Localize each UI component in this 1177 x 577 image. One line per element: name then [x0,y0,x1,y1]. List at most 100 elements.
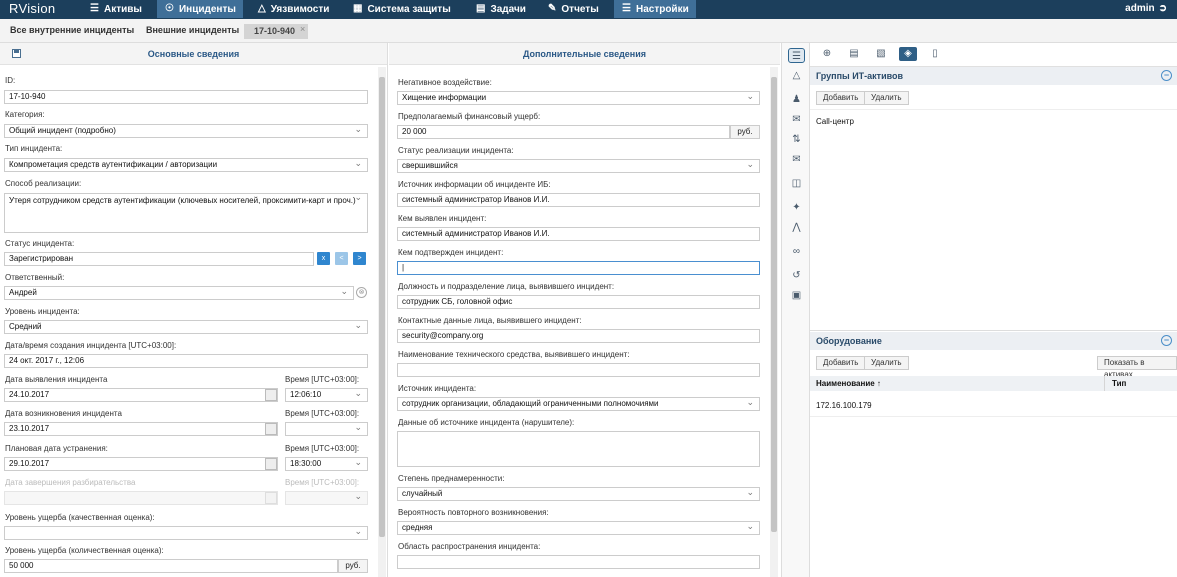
tech-field[interactable] [397,363,760,377]
occurred-time-select[interactable] [285,422,368,436]
type-select[interactable]: Компрометация средств аутентификации / а… [4,158,368,172]
method-select[interactable]: Утеря сотрудником средств аутентификации… [4,193,368,233]
detected-date-field[interactable]: 24.10.2017 [4,388,278,402]
damage-quality-select[interactable] [4,526,368,540]
src-info-field[interactable]: системный администратор Иванов И.И. [397,193,760,207]
document-icon[interactable]: ▤ [845,47,863,61]
side-toolbar: ☰ △ ♟ ✉ ⇅ ✉ ◫ ✦ ⋀ ∞ ↺ ▣ [781,43,810,577]
crosshair-icon[interactable]: ⊕ [818,47,836,61]
main-info-panel: Основные сведения ID: 17-10-940 Категори… [0,43,388,577]
planned-date-label: Плановая дата устранения: [5,444,108,453]
category-select[interactable]: Общий инцидент (подробно) [4,124,368,138]
show-in-assets-button[interactable]: Показать в активах [1097,356,1177,379]
status-label: Статус инцидента: [5,239,75,248]
contact-field[interactable]: security@company.org [397,329,760,343]
id-field[interactable]: 17-10-940 [4,90,368,104]
status-prev-button[interactable]: < [335,252,348,265]
history-icon[interactable]: ↺ [788,268,805,283]
book-icon[interactable]: ▧ [872,47,890,61]
assets-panel: ⊕ ▤ ▧ ◈ ▯ Группы ИТ-активов − Добавить Уд… [810,43,1177,577]
warning-icon[interactable]: △ [788,68,805,83]
add-equipment-button[interactable]: Добавить [816,356,866,370]
scrollbar-thumb[interactable] [771,77,777,532]
repeat-select[interactable]: средняя [397,521,760,535]
planned-date-field[interactable]: 29.10.2017 [4,457,278,471]
mail-icon[interactable]: ✉ [788,152,805,167]
link-icon[interactable]: ∞ [788,244,805,259]
user-menu[interactable]: admin ➲ [1125,3,1167,14]
calendar-icon[interactable] [265,423,277,435]
tab-internal-incidents[interactable]: Все внутренние инциденты [10,25,134,35]
confirmed-field[interactable]: | [397,261,760,275]
database-icon[interactable]: ☰ [788,48,805,63]
nav-reports[interactable]: ✎ Отчеты [540,0,607,18]
warning-icon: △ [258,3,266,14]
src-info-label: Источник информации об инциденте ИБ: [398,180,551,189]
calendar-icon[interactable] [265,458,277,470]
mid-scrollbar[interactable] [770,67,778,577]
nav-tasks[interactable]: ▤ Задачи [468,0,534,18]
occurred-date-field[interactable]: 23.10.2017 [4,422,278,436]
damage-amount-field[interactable]: 50 000 [4,559,338,573]
remove-group-button[interactable]: Удалить [864,91,909,105]
logout-icon[interactable]: ➲ [1159,3,1167,14]
sort-icon[interactable]: ⇅ [788,132,805,147]
chat-icon[interactable]: ✉ [788,112,805,127]
word-icon[interactable]: ▣ [788,288,805,303]
remove-equipment-button[interactable]: Удалить [864,356,909,370]
id-label: ID: [5,76,16,85]
nav-vulnerabilities[interactable]: △ Уязвимости [250,0,337,18]
left-scrollbar[interactable] [378,67,386,577]
tab-external-incidents[interactable]: Внешние инциденты [146,25,239,35]
finished-date-field [4,491,278,505]
intent-label: Степень преднамеренности: [398,474,505,483]
copy-icon[interactable]: ◫ [788,176,805,191]
source-label: Источник инцидента: [398,384,477,393]
status-next-button[interactable]: > [353,252,366,265]
nav-label: Инциденты [178,3,236,15]
collapse-icon[interactable]: − [1161,70,1172,81]
nav-settings[interactable]: ☰ Настройки [614,0,696,18]
user-icon[interactable]: ♟ [788,92,805,107]
nav-label: Активы [103,3,142,15]
status-field[interactable]: Зарегистрирован [4,252,314,266]
planned-time-select[interactable]: 18:30:00 [285,457,368,471]
target-icon: ☉ [165,3,174,14]
level-select[interactable]: Средний [4,320,368,334]
found-by-field[interactable]: системный администратор Иванов И.И. [397,227,760,241]
id-card-icon[interactable]: ▯ [926,47,944,61]
tab-close-icon[interactable]: × [300,24,305,34]
loss-label: Предполагаемый финансовый ущерб: [398,112,541,121]
status-reset-button[interactable]: x [317,252,330,265]
add-group-button[interactable]: Добавить [816,91,866,105]
layers-icon[interactable]: ◈ [899,47,917,61]
table-row[interactable]: 172.16.100.179 [816,401,872,410]
intent-select[interactable]: случайный [397,487,760,501]
detected-time-select[interactable]: 12:06:10 [285,388,368,402]
app-logo[interactable]: RVision [9,1,55,16]
puzzle-icon[interactable]: ✦ [788,200,805,215]
tab-current-incident[interactable]: 17-10-940 [244,24,308,39]
nav-protection-system[interactable]: ▦ Система защиты [345,0,459,18]
created-field[interactable]: 24 окт. 2017 г., 12:06 [4,354,368,368]
nav-incidents[interactable]: ☉ Инциденты [157,0,243,18]
violator-field[interactable] [397,431,760,467]
save-icon[interactable] [12,49,21,58]
collapse-icon[interactable]: − [1161,335,1172,346]
impl-select[interactable]: свершившийся [397,159,760,173]
nav-assets[interactable]: ☰ Активы [82,0,150,18]
loss-field[interactable]: 20 000 [397,125,730,139]
method-label: Способ реализации: [5,179,82,188]
position-field[interactable]: сотрудник СБ, головной офис [397,295,760,309]
impact-select[interactable]: Хищение информации [397,91,760,105]
col-type[interactable]: Тип [1112,379,1126,388]
calendar-icon[interactable] [265,389,277,401]
source-select[interactable]: сотрудник организации, обладающий ограни… [397,397,760,411]
group-item[interactable]: Call-центр [816,117,854,126]
responsible-select[interactable]: Андрей [4,286,354,300]
network-icon[interactable]: ⋀ [788,220,805,235]
clear-icon[interactable]: ⊗ [356,287,367,298]
col-name[interactable]: Наименование ↑ [816,379,881,388]
scrollbar-thumb[interactable] [379,77,385,537]
area-field[interactable] [397,555,760,569]
